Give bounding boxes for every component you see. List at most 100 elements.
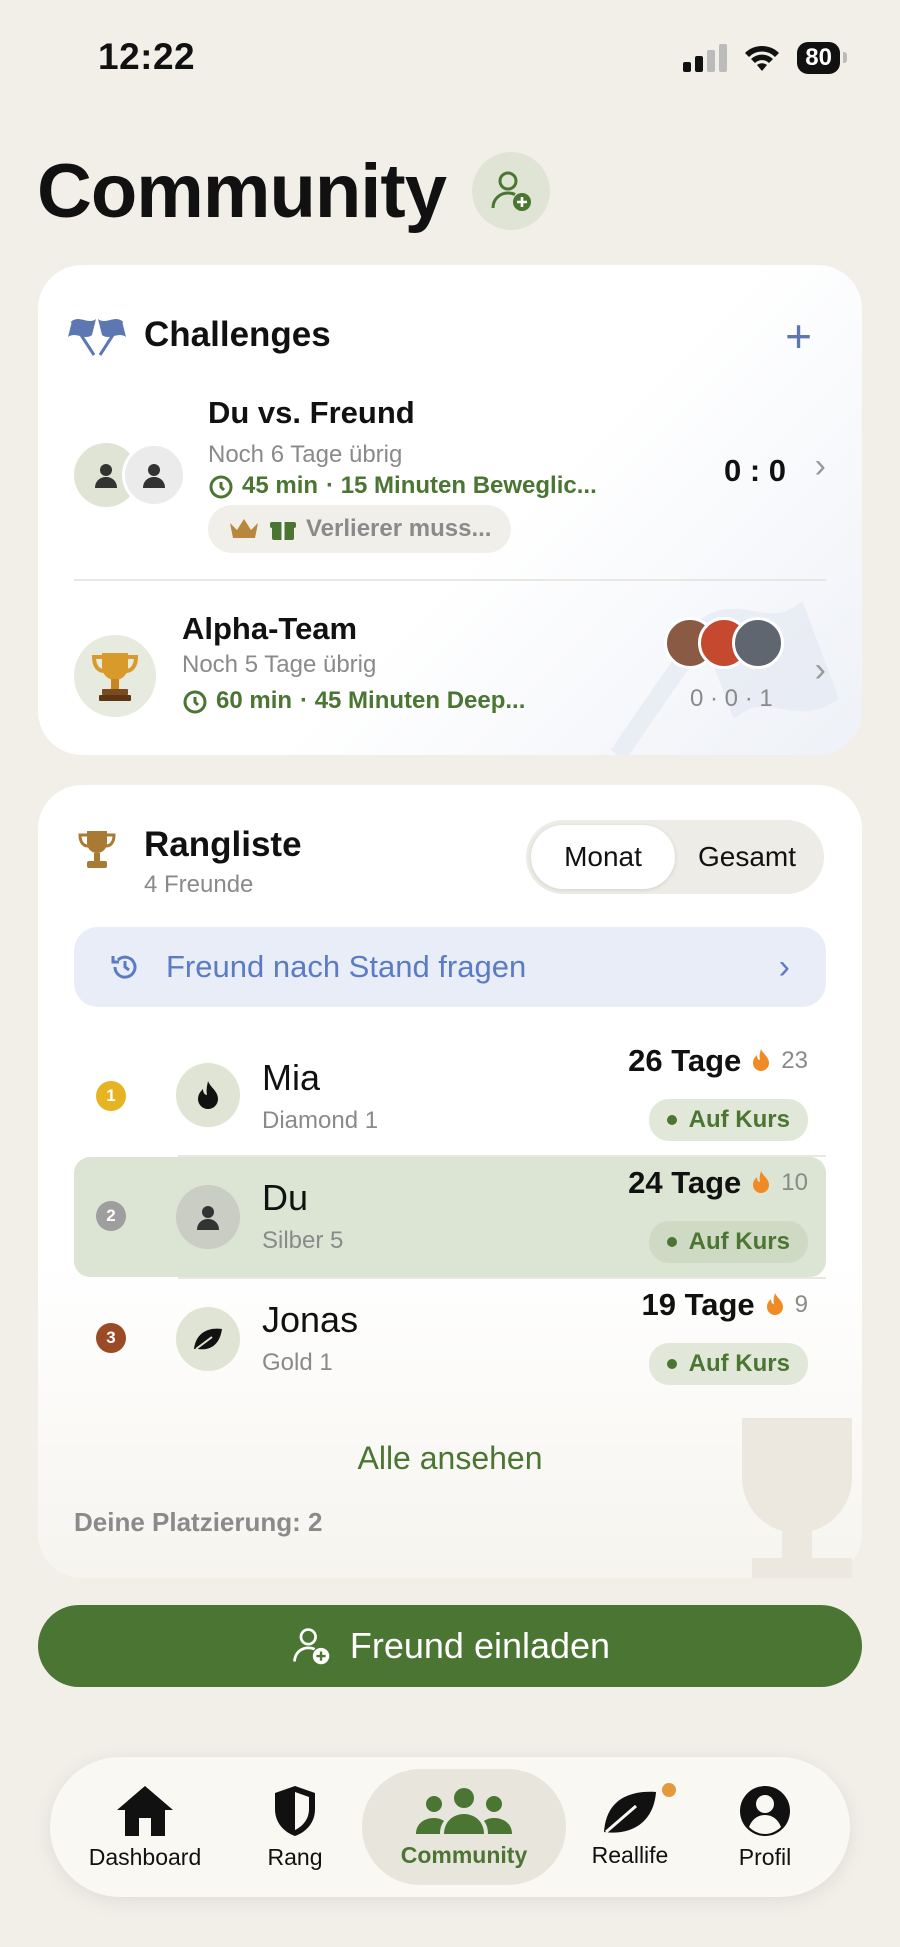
stake-pill: Verlierer muss...	[208, 505, 512, 553]
challenge-score: 0 : 0	[723, 453, 786, 488]
challenge-info: 45 min · 15 Minuten Beweglic...	[208, 472, 597, 500]
ranking-card: Rangliste 4 Freunde Monat Gesamt Freund …	[38, 785, 862, 1578]
days-group: 19 Tage 9	[641, 1287, 808, 1323]
challenge-info: 60 min · 45 Minuten Deep...	[182, 687, 525, 715]
team-avatars	[664, 617, 784, 669]
history-icon	[111, 955, 137, 979]
user-plus-icon	[293, 1628, 330, 1665]
tab-gesamt[interactable]: Gesamt	[675, 825, 819, 889]
flame-icon	[198, 1081, 218, 1109]
gift-icon	[270, 522, 296, 540]
challenge-stake: Verlierer muss...	[306, 515, 492, 542]
add-challenge-button[interactable]: +	[785, 309, 812, 363]
leaderboard-row[interactable]: 1 Mia Diamond 1 26 Tage 23 Auf Kurs	[74, 1035, 826, 1155]
challenge-score: 0 · 0 · 1	[690, 685, 773, 712]
signal-icon	[683, 44, 728, 72]
tab-community[interactable]: Community	[362, 1769, 566, 1885]
chevron-right-icon: ›	[814, 651, 826, 689]
add-friend-button[interactable]	[472, 152, 550, 230]
ranking-title: Rangliste	[144, 825, 302, 864]
streak-count: 23	[781, 1047, 808, 1074]
medal-icon: 3	[96, 1323, 126, 1353]
tab-dashboard[interactable]: Dashboard	[70, 1769, 220, 1885]
divider	[74, 579, 826, 581]
status-label: Auf Kurs	[688, 1228, 790, 1255]
avatar	[176, 1185, 240, 1249]
person-icon	[143, 464, 165, 488]
medal-icon: 2	[96, 1201, 126, 1231]
trophy-watermark-icon	[742, 1418, 852, 1578]
see-all-link[interactable]: Alle ansehen	[38, 1440, 862, 1477]
avatar	[176, 1063, 240, 1127]
leaf-icon	[604, 1791, 656, 1833]
streak-count: 9	[794, 1291, 808, 1318]
flame-icon	[753, 1049, 770, 1071]
wifi-icon	[745, 45, 780, 71]
trophy-icon	[91, 653, 139, 701]
crossed-flags-icon	[68, 319, 126, 356]
status-label: Auf Kurs	[688, 1106, 790, 1133]
challenge-remaining: Noch 5 Tage übrig	[182, 651, 377, 678]
days-group: 24 Tage 10	[628, 1165, 808, 1201]
challenge-item[interactable]: Du vs. Freund Noch 6 Tage übrig 45 min ·…	[38, 385, 862, 553]
user-plus-icon	[491, 171, 531, 211]
crown-icon	[230, 519, 258, 538]
status-label: Auf Kurs	[688, 1350, 790, 1377]
home-icon	[117, 1785, 173, 1836]
tab-label: Reallife	[591, 1841, 669, 1868]
days-count: 24 Tage	[628, 1165, 742, 1200]
status-badge: Auf Kurs	[648, 1343, 808, 1385]
tab-label: Profil	[738, 1843, 792, 1870]
leaderboard-row[interactable]: 3 Jonas Gold 1 19 Tage 9 Auf Kurs	[74, 1279, 826, 1399]
shield-icon	[275, 1785, 315, 1836]
challenge-duration: 45 min	[242, 472, 319, 499]
friend-name: Jonas	[262, 1299, 359, 1340]
avatar	[176, 1307, 240, 1371]
invite-friend-button[interactable]: Freund einladen	[38, 1605, 862, 1687]
trophy-icon	[78, 831, 116, 868]
timer-icon	[183, 690, 207, 714]
ranking-subtitle: 4 Freunde	[144, 871, 254, 898]
tab-monat[interactable]: Monat	[531, 825, 675, 889]
period-toggle: Monat Gesamt	[526, 820, 824, 894]
tab-rang[interactable]: Rang	[240, 1769, 350, 1885]
notification-dot	[662, 1783, 676, 1797]
streak-count: 10	[781, 1169, 808, 1196]
tab-label: Community	[400, 1841, 528, 1868]
ask-friend-label: Freund nach Stand fragen	[166, 949, 527, 984]
person-icon	[197, 1206, 219, 1230]
challenge-name: Du vs. Freund	[208, 395, 415, 430]
medal-icon: 1	[96, 1081, 126, 1111]
status-badge: Auf Kurs	[648, 1099, 808, 1141]
placement-text: Deine Platzierung: 2	[74, 1507, 323, 1537]
days-group: 26 Tage 23	[628, 1043, 808, 1079]
friend-name: Du	[262, 1177, 309, 1218]
chevron-right-icon: ›	[814, 447, 826, 485]
avatar	[74, 635, 156, 717]
challenges-title: Challenges	[144, 315, 331, 354]
challenge-name: Alpha-Team	[182, 611, 358, 646]
ask-friend-status-button[interactable]: Freund nach Stand fragen ›	[74, 927, 826, 1007]
friend-level: Silber 5	[262, 1227, 344, 1254]
group-icon	[416, 1787, 512, 1834]
tab-profil[interactable]: Profil	[700, 1769, 830, 1885]
timer-icon	[209, 475, 233, 499]
days-count: 19 Tage	[641, 1287, 755, 1322]
challenge-duration: 60 min	[216, 687, 293, 714]
challenge-item[interactable]: Alpha-Team Noch 5 Tage übrig 60 min · 45…	[38, 595, 862, 745]
tab-label: Rang	[267, 1843, 323, 1870]
days-count: 26 Tage	[628, 1043, 742, 1078]
invite-label: Freund einladen	[349, 1625, 611, 1666]
leaf-icon	[194, 1328, 222, 1350]
friend-name: Mia	[262, 1057, 321, 1098]
avatar	[732, 617, 784, 669]
battery-indicator: 80	[797, 42, 847, 74]
leaderboard-row-me[interactable]: 2 Du Silber 5 24 Tage 10 Auf Kurs	[74, 1157, 826, 1277]
tab-reallife[interactable]: Reallife	[570, 1769, 690, 1885]
avatar	[122, 443, 186, 507]
person-icon	[95, 464, 117, 488]
friend-level: Gold 1	[262, 1349, 333, 1376]
flame-icon	[766, 1293, 783, 1315]
challenges-card: Challenges + Du vs. Freund Noch 6 Tage ü…	[38, 265, 862, 755]
friend-level: Diamond 1	[262, 1107, 379, 1134]
